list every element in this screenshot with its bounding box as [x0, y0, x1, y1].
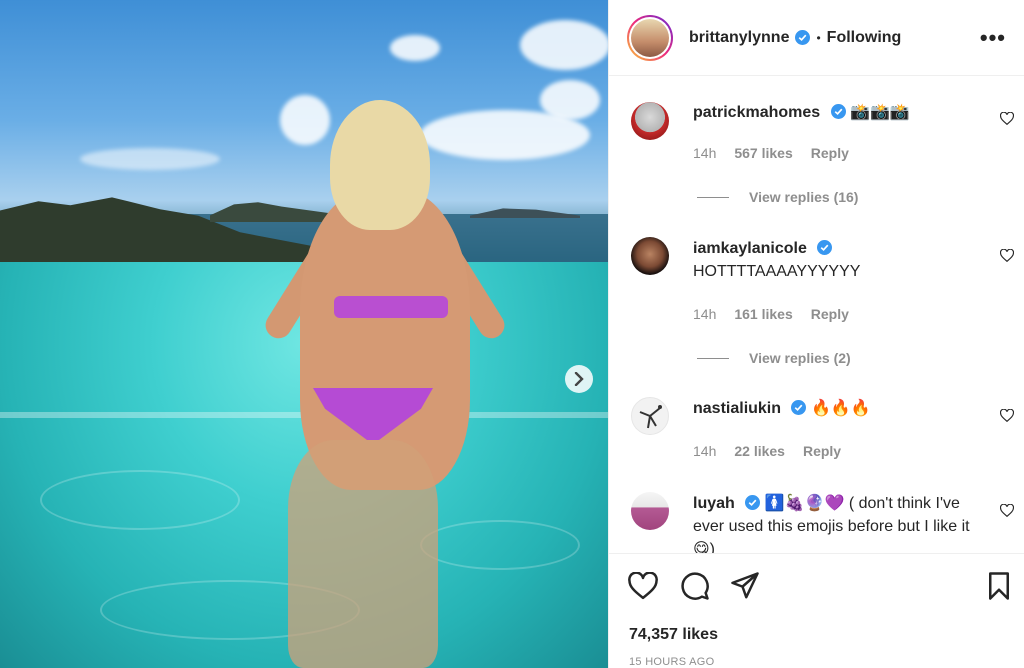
comment-text: patrickmahomes 📸📸📸	[693, 101, 985, 124]
comment-username[interactable]: luyah	[693, 495, 735, 512]
more-options-button[interactable]: •••	[980, 25, 1006, 51]
comment-meta: 14h 22 likes Reply	[693, 443, 841, 459]
comment-bubble-icon	[681, 572, 709, 600]
like-comment-button[interactable]	[999, 408, 1015, 425]
comment-username[interactable]: nastialiukin	[693, 400, 781, 417]
comment-username[interactable]: iamkaylanicole	[693, 240, 807, 257]
post-timestamp[interactable]: 15 HOURS AGO	[629, 656, 715, 668]
comment-text: nastialiukin 🔥🔥🔥	[693, 397, 985, 420]
divider-line	[697, 357, 729, 359]
bookmark-icon	[989, 572, 1009, 600]
chevron-right-icon	[574, 372, 584, 386]
comment-content: 📸📸📸	[850, 104, 910, 121]
verified-badge-icon	[791, 400, 807, 415]
author-username[interactable]: brittanylynne	[689, 29, 789, 47]
commenter-avatar[interactable]	[631, 492, 669, 530]
likes-count[interactable]: 74,357 likes	[629, 626, 718, 644]
view-replies-label: View replies (16)	[749, 189, 859, 205]
post-header: brittanylynne • Following •••	[609, 0, 1024, 76]
ripple	[40, 470, 240, 530]
comment-meta: 14h 567 likes Reply	[693, 145, 849, 161]
heart-icon	[999, 111, 1015, 126]
verified-badge-icon	[817, 240, 833, 255]
island	[210, 202, 330, 222]
view-replies-button[interactable]: View replies (2)	[697, 350, 851, 366]
like-comment-button[interactable]	[999, 503, 1015, 520]
divider-line	[697, 196, 729, 198]
cloud	[390, 35, 440, 61]
paper-plane-icon	[731, 572, 759, 599]
comments-list: patrickmahomes 📸📸📸 14h 567 likes Reply V…	[609, 77, 1024, 553]
heart-icon	[999, 503, 1015, 518]
figure-legs	[288, 440, 438, 668]
verified-badge-icon	[745, 495, 761, 510]
comment-text: luyah 🚺🍇🔮💜 ( don't think I've ever used …	[693, 492, 985, 553]
comment-content: HOTTTTAAAAYYYYYY	[693, 263, 861, 280]
comment-text: iamkaylanicole HOTTTTAAAAYYYYYY	[693, 237, 985, 283]
reply-button[interactable]: Reply	[811, 306, 849, 322]
heart-icon	[999, 408, 1015, 423]
bikini-top	[334, 296, 448, 318]
cloud	[280, 95, 330, 145]
comment-likes[interactable]: 567 likes	[734, 145, 792, 161]
comment-content: 🔥🔥🔥	[810, 400, 871, 417]
heart-icon	[628, 570, 658, 599]
post-side-panel: brittanylynne • Following ••• patrickmah…	[608, 0, 1024, 668]
island	[470, 208, 580, 218]
commenter-avatar[interactable]	[631, 397, 669, 435]
view-replies-button[interactable]: View replies (16)	[697, 189, 858, 205]
comment-button[interactable]	[679, 571, 711, 603]
like-comment-button[interactable]	[999, 248, 1015, 265]
gymnast-silhouette	[639, 405, 662, 429]
following-button[interactable]: Following	[827, 29, 902, 47]
commenter-avatar[interactable]	[631, 102, 669, 140]
verified-badge-icon	[795, 30, 811, 45]
comment-time[interactable]: 14h	[693, 443, 716, 459]
cloud	[420, 110, 590, 160]
figure-hair	[330, 100, 430, 230]
heart-icon	[999, 248, 1015, 263]
view-replies-label: View replies (2)	[749, 350, 851, 366]
post-actions: 74,357 likes 15 HOURS AGO	[609, 553, 1024, 668]
comment-content: 🚺🍇🔮💜 ( don't think I've ever used this e…	[693, 495, 970, 553]
reply-button[interactable]: Reply	[811, 145, 849, 161]
comment-time[interactable]: 14h	[693, 145, 716, 161]
comment-meta: 14h 161 likes Reply	[693, 306, 849, 322]
ripple	[420, 520, 580, 570]
save-button[interactable]	[983, 571, 1015, 603]
comment-likes[interactable]: 22 likes	[734, 443, 785, 459]
comment-username[interactable]: patrickmahomes	[693, 104, 820, 121]
verified-badge-icon	[830, 104, 846, 119]
author-avatar[interactable]	[627, 14, 673, 61]
separator-dot: •	[816, 30, 821, 45]
cloud	[80, 148, 220, 170]
next-image-button[interactable]	[565, 365, 593, 393]
post-image[interactable]	[0, 0, 608, 668]
share-button[interactable]	[729, 571, 761, 603]
comment-likes[interactable]: 161 likes	[734, 306, 792, 322]
comment-time[interactable]: 14h	[693, 306, 716, 322]
like-button[interactable]	[627, 570, 659, 603]
reply-button[interactable]: Reply	[803, 443, 841, 459]
commenter-avatar[interactable]	[631, 237, 669, 275]
like-comment-button[interactable]	[999, 111, 1015, 128]
cloud	[520, 20, 608, 70]
